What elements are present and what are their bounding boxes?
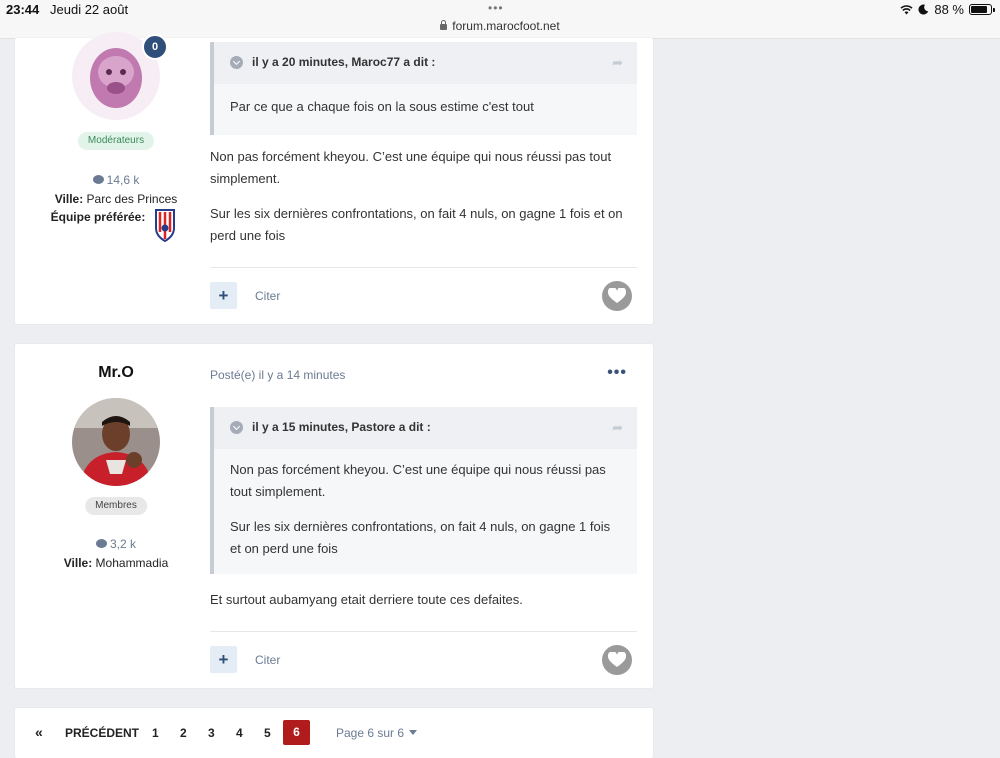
- quote-header: il y a 15 minutes, Pastore a dit : ➦: [214, 407, 637, 449]
- battery-icon: [969, 4, 995, 15]
- comment-icon: [95, 539, 107, 548]
- heart-icon: [608, 288, 626, 303]
- wifi-icon: [900, 5, 913, 15]
- caret-down-icon: [409, 730, 418, 735]
- page-jump-dropdown[interactable]: Page 6 sur 6: [336, 726, 418, 740]
- team-logo: [155, 209, 175, 242]
- quote-attribution: il y a 15 minutes, Pastore a dit :: [252, 420, 431, 434]
- post-text: Et surtout aubamyang etait derriere tout…: [210, 589, 637, 611]
- chevron-down-icon[interactable]: [230, 56, 243, 69]
- heart-icon: [608, 652, 626, 667]
- status-time: 23:44: [6, 2, 40, 17]
- post-count: 3,2 k: [15, 537, 217, 551]
- moon-icon: [918, 4, 929, 15]
- divider: [210, 631, 637, 632]
- post-paragraph: Et surtout aubamyang etait derriere tout…: [210, 592, 523, 607]
- quote-attribution: il y a 20 minutes, Maroc77 a dit :: [252, 55, 436, 69]
- battery-percent: 88 %: [934, 2, 964, 17]
- status-icons: 88 %: [900, 2, 995, 17]
- divider: [210, 267, 637, 268]
- post-text: Non pas forcément kheyou. C’est une équi…: [210, 146, 637, 247]
- page-link-1[interactable]: 1: [152, 726, 159, 740]
- status-bar: 23:44 Jeudi 22 août ••• forum.marocfoot.…: [0, 0, 1000, 39]
- post-paragraph: Sur les six dernières confrontations, on…: [210, 206, 623, 243]
- quote-block: il y a 20 minutes, Maroc77 a dit : ➦ Par…: [210, 42, 637, 135]
- page-link-5[interactable]: 5: [264, 726, 271, 740]
- post-count: 14,6 k: [15, 173, 217, 187]
- more-options-icon[interactable]: •••: [607, 364, 627, 382]
- ville-field: Ville: Parc des Princes: [54, 192, 178, 206]
- page-link-4[interactable]: 4: [236, 726, 243, 740]
- post-timestamp[interactable]: Posté(e) il y a 14 minutes: [210, 368, 345, 382]
- pagination: « PRÉCÉDENT 1 2 3 4 5 6 Page 6 sur 6: [15, 708, 653, 758]
- previous-page-link[interactable]: PRÉCÉDENT: [65, 726, 139, 740]
- post-card: Mr.O Membres 3,2 k Ville: Mohammadia Pos…: [15, 344, 653, 688]
- address-bar[interactable]: forum.marocfoot.net: [0, 19, 1000, 33]
- browser-menu-dots[interactable]: •••: [488, 1, 504, 15]
- share-arrow-icon[interactable]: ➦: [612, 55, 623, 71]
- group-badge: Membres: [85, 497, 147, 515]
- quote-header: il y a 20 minutes, Maroc77 a dit : ➦: [214, 42, 637, 84]
- avatar[interactable]: [72, 398, 160, 486]
- comment-icon: [92, 175, 104, 184]
- url-text: forum.marocfoot.net: [452, 19, 560, 33]
- chevron-down-icon[interactable]: [230, 421, 243, 434]
- author-name[interactable]: Mr.O: [15, 364, 217, 382]
- online-badge: 0: [142, 34, 168, 60]
- multiquote-button[interactable]: +: [210, 282, 237, 309]
- battery-fill: [971, 6, 987, 13]
- first-page-link[interactable]: «: [35, 724, 43, 740]
- multiquote-button[interactable]: +: [210, 646, 237, 673]
- ville-field: Ville: Mohammadia: [63, 556, 169, 570]
- quote-body: Par ce que a chaque fois on la sous esti…: [214, 84, 637, 135]
- post-card: 0 Modérateurs 14,6 k Ville: Parc des Pri…: [15, 32, 653, 324]
- quote-paragraph: Non pas forcément kheyou. C’est une équi…: [230, 462, 606, 499]
- page-link-2[interactable]: 2: [180, 726, 187, 740]
- lock-icon: [440, 20, 448, 30]
- status-date: Jeudi 22 août: [50, 2, 129, 17]
- current-page[interactable]: 6: [283, 720, 310, 745]
- quote-body: Non pas forcément kheyou. C’est une équi…: [214, 449, 637, 574]
- like-button[interactable]: [602, 281, 632, 311]
- quote-block: il y a 15 minutes, Pastore a dit : ➦ Non…: [210, 407, 637, 574]
- cite-button[interactable]: Citer: [255, 289, 280, 303]
- quote-paragraph: Par ce que a chaque fois on la sous esti…: [230, 99, 534, 114]
- post-paragraph: Non pas forcément kheyou. C’est une équi…: [210, 149, 612, 186]
- like-button[interactable]: [602, 645, 632, 675]
- quote-paragraph: Sur les six dernières confrontations, on…: [230, 519, 611, 556]
- group-badge: Modérateurs: [77, 132, 155, 150]
- share-arrow-icon[interactable]: ➦: [612, 420, 623, 436]
- page-link-3[interactable]: 3: [208, 726, 215, 740]
- cite-button[interactable]: Citer: [255, 653, 280, 667]
